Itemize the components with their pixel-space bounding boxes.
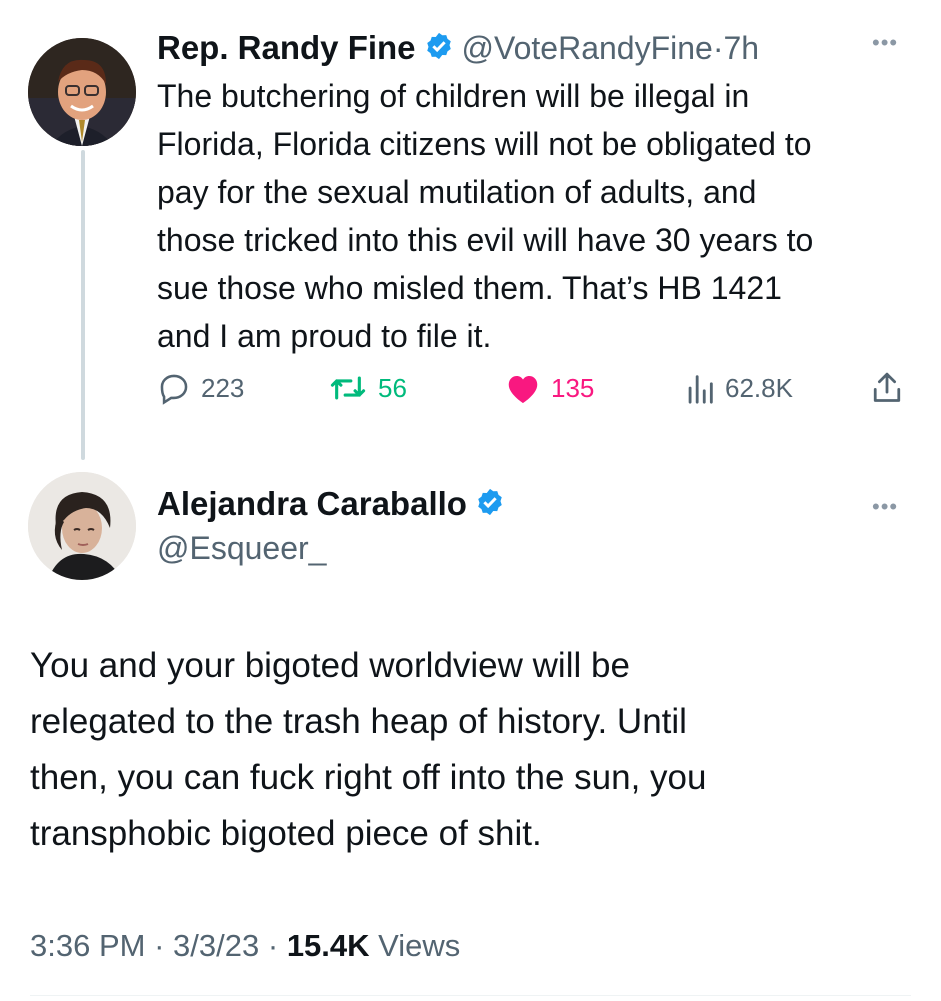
views-count: 62.8K	[725, 372, 793, 403]
separator-dot: ·	[154, 928, 165, 963]
retweet-count: 56	[378, 372, 407, 403]
tweet-text-line: You and your bigoted worldview will be	[30, 646, 630, 685]
views-button[interactable]: 62.8K	[685, 368, 793, 408]
tweet2-header: Alejandra Caraballo	[157, 482, 505, 526]
tweet-text-line: relegated to the trash heap of history. …	[30, 702, 687, 741]
avatar-alejandra-caraballo[interactable]	[28, 472, 136, 580]
tweet-text-line: then, you can fuck right off into the su…	[30, 758, 707, 797]
author-name[interactable]: Rep. Randy Fine	[157, 29, 416, 67]
tweet-meta-footer: 3:36 PM · 3/3/23 · 15.4K Views	[30, 928, 460, 964]
heart-icon	[508, 376, 538, 403]
bar-chart-icon	[688, 375, 713, 404]
avatar-randy-fine[interactable]	[28, 38, 136, 146]
tweet1-text: The butchering of children will be illeg…	[157, 72, 813, 360]
views-count: 15.4K	[286, 928, 370, 963]
retweet-button[interactable]: 56	[328, 368, 407, 408]
verified-badge-icon	[424, 31, 454, 66]
tweet-time[interactable]: 3:36 PM	[30, 928, 145, 963]
reply-button[interactable]: 223	[157, 368, 244, 408]
separator-dot: ·	[267, 928, 279, 963]
tweet1-header: Rep. Randy Fine @VoteRandyFine · 7h	[157, 26, 759, 70]
retweet-icon	[330, 376, 366, 400]
tweet2-text: You and your bigoted worldview will be r…	[30, 638, 706, 862]
tweet-text-line: those tricked into this evil will have 3…	[157, 222, 814, 258]
author-name[interactable]: Alejandra Caraballo	[157, 485, 467, 523]
tweet-text-line: sue those who misled them. That’s HB 142…	[157, 270, 782, 306]
tweet-text-line: transphobic bigoted piece of shit.	[30, 814, 542, 853]
thread-connector-line	[81, 150, 85, 460]
reply-count: 223	[201, 372, 245, 403]
tweet-text-line: Florida, Florida citizens will not be ob…	[157, 126, 812, 162]
like-count: 135	[551, 372, 595, 403]
separator-dot: ·	[712, 29, 724, 66]
author-handle[interactable]: @VoteRandyFine	[462, 30, 713, 67]
views-label: Views	[378, 928, 461, 963]
tweet-time[interactable]: 7h	[724, 30, 760, 67]
more-dots-icon[interactable]: •••	[872, 494, 898, 520]
tweet-text-line: and I am proud to file it.	[157, 318, 492, 354]
share-button[interactable]	[870, 368, 914, 408]
share-icon	[873, 372, 901, 402]
verified-badge-icon	[475, 487, 505, 522]
tweet-date[interactable]: 3/3/23	[173, 928, 259, 963]
author-handle[interactable]: @Esqueer_	[157, 530, 326, 567]
divider	[30, 995, 911, 996]
like-button[interactable]: 135	[505, 368, 594, 408]
more-dots-icon[interactable]: •••	[872, 30, 898, 56]
reply-icon	[160, 374, 188, 405]
tweet-text-line: The butchering of children will be illeg…	[157, 78, 750, 114]
tweet-text-line: pay for the sexual mutilation of adults,…	[157, 174, 757, 210]
